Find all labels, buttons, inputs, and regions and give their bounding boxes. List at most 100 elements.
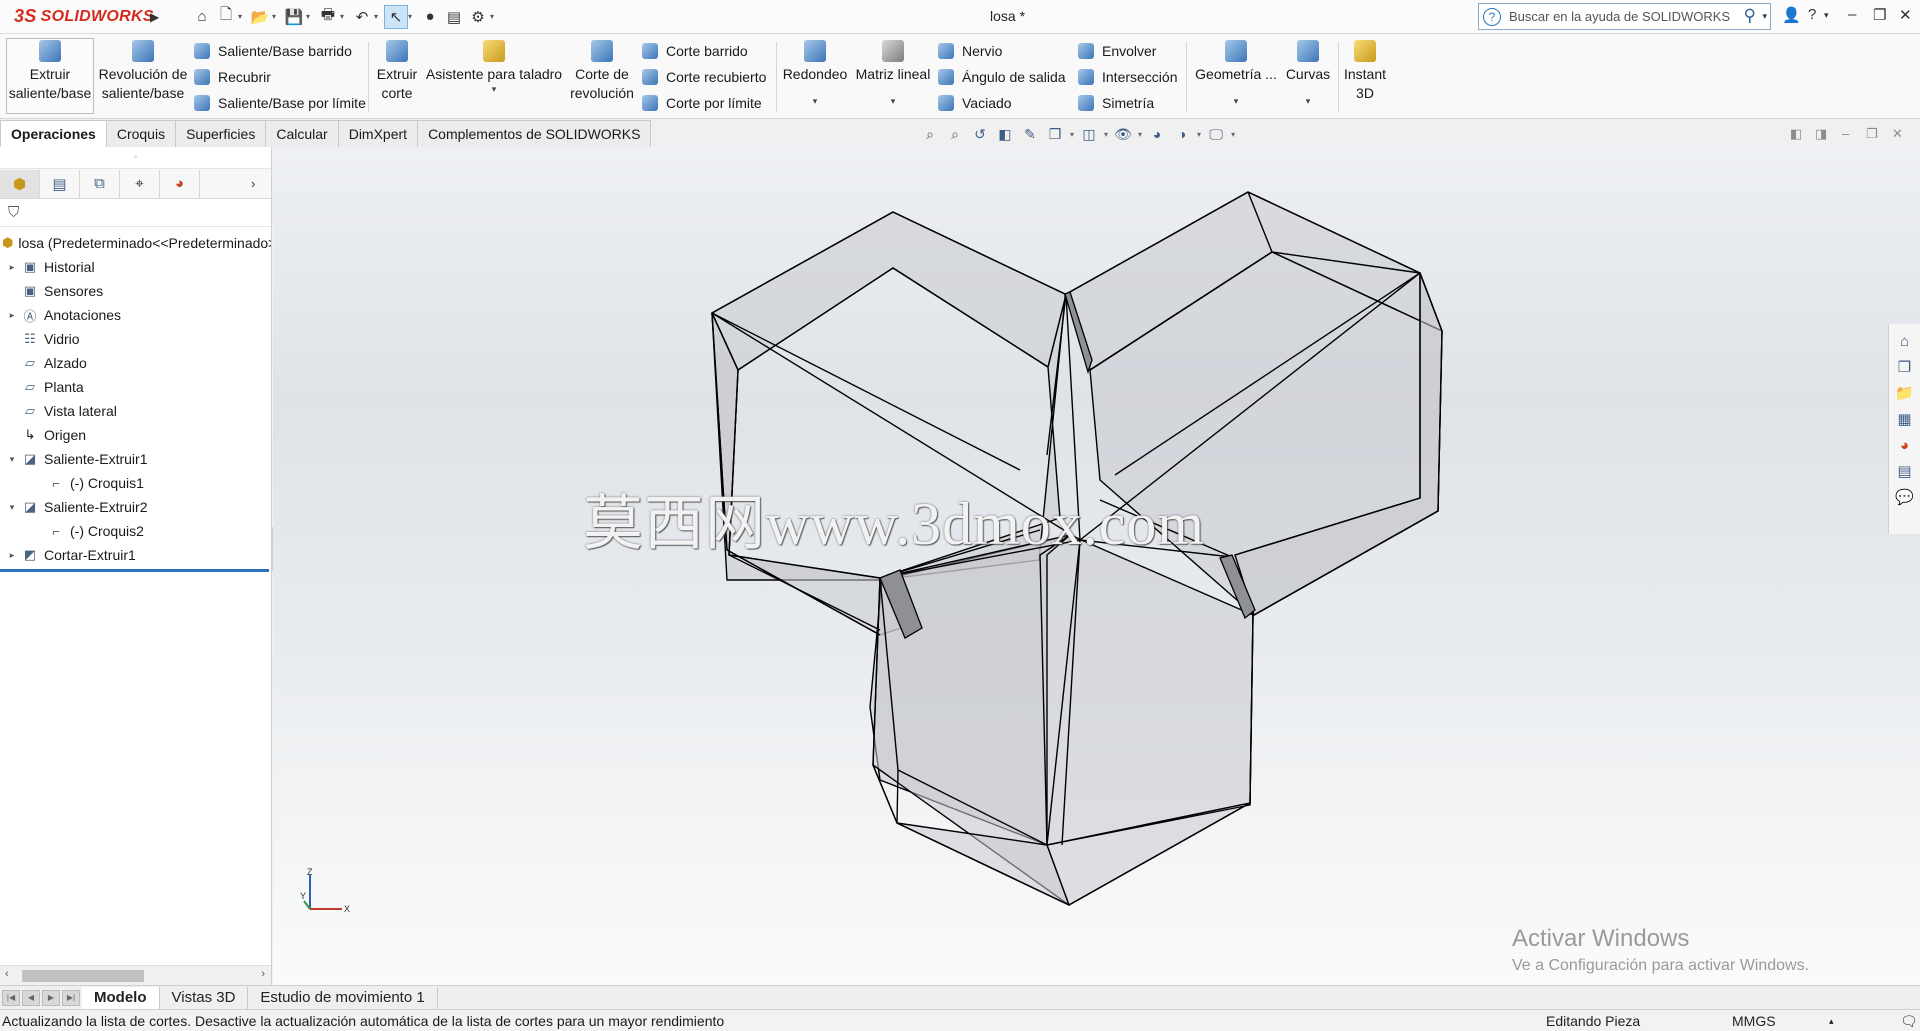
instant3d-button[interactable]: Instant 3D — [1340, 40, 1390, 103]
fillet-button[interactable]: Redondeo ▾ — [782, 40, 848, 106]
linear-pattern-dropdown-icon[interactable]: ▾ — [891, 96, 896, 106]
user-account-icon[interactable]: 👤 — [1782, 6, 1801, 24]
tree-item-saliente-extruir2[interactable]: ▾ ◪ Saliente-Extruir2 — [0, 495, 271, 519]
dynamic-annotation-icon[interactable]: ✎ — [1020, 124, 1040, 144]
home-icon[interactable]: ⌂ — [190, 5, 214, 29]
view-palette-icon[interactable]: ▦ — [1893, 406, 1917, 432]
custom-properties-icon[interactable]: ▤ — [1893, 458, 1917, 484]
tree-item-planta[interactable]: ▱ Planta — [0, 375, 271, 399]
scroll-right-icon[interactable]: › — [261, 968, 265, 980]
tree-item-cortar-extruir1[interactable]: ▸ ◩ Cortar-Extruir1 — [0, 543, 271, 567]
graphics-area[interactable]: 莫西网www.3dmox.com Z Y X Activar Windows V… — [273, 147, 1920, 985]
select-cursor-icon[interactable]: ↖ — [384, 4, 408, 29]
tree-item-vista-lateral[interactable]: ▱ Vista lateral — [0, 399, 271, 423]
view-orientation-icon[interactable]: ❒ — [1045, 124, 1065, 144]
view-settings-monitor-icon[interactable]: 🖵 — [1206, 124, 1226, 144]
tab-croquis[interactable]: Croquis — [105, 120, 177, 147]
property-manager-tab-icon[interactable]: ▤ — [40, 169, 80, 198]
expand-arrow-icon[interactable]: ▸ — [6, 550, 18, 561]
swept-cut-button[interactable]: Corte barrido — [642, 40, 748, 62]
draft-button[interactable]: Ángulo de salida — [938, 66, 1066, 88]
extrude-cut-button[interactable]: Extruir corte — [374, 40, 420, 103]
file-properties-icon[interactable]: ▤ — [442, 5, 466, 29]
filter-icon[interactable]: ⛉ — [0, 199, 271, 227]
new-dropdown-icon[interactable]: ▾ — [238, 12, 248, 21]
minimize-window-icon[interactable]: – — [1848, 6, 1856, 23]
expand-arrow-icon[interactable]: ▸ — [6, 262, 18, 273]
first-tab-icon[interactable]: |◀ — [2, 989, 20, 1006]
tree-item-vidrio[interactable]: ☷ Vidrio — [0, 327, 271, 351]
apply-scene-icon[interactable]: ◑ — [1172, 124, 1192, 144]
tree-item-saliente-extruir1[interactable]: ▾ ◪ Saliente-Extruir1 — [0, 447, 271, 471]
hole-wizard-button[interactable]: Asistente para taladro ▾ — [424, 40, 564, 94]
forum-chat-icon[interactable]: 💬 — [1893, 484, 1917, 510]
boundary-cut-button[interactable]: Corte por límite — [642, 92, 762, 114]
expand-arrow-icon[interactable]: ▸ — [6, 310, 18, 321]
solidworks-resources-home-icon[interactable]: ⌂ — [1893, 328, 1917, 354]
tab-dimxpert[interactable]: DimXpert — [337, 120, 419, 147]
reference-geometry-dropdown-icon[interactable]: ▾ — [1234, 96, 1239, 106]
tree-item-alzado[interactable]: ▱ Alzado — [0, 351, 271, 375]
feature-manager-tab-icon[interactable]: ⬢ — [0, 169, 40, 198]
tree-root-part[interactable]: ⬢ losa (Predeterminado<<Predeterminado> — [0, 231, 271, 255]
status-chat-icon[interactable]: 🗨 — [1900, 1013, 1918, 1030]
wrap-button[interactable]: Envolver — [1078, 40, 1156, 62]
fillet-dropdown-icon[interactable]: ▾ — [813, 96, 818, 106]
undo-icon[interactable]: ↶ — [350, 5, 374, 29]
viewport-restore-icon[interactable]: ❐ — [1866, 126, 1878, 142]
view-settings-dropdown-icon[interactable]: ▾ — [1231, 130, 1235, 139]
undo-dropdown-icon[interactable]: ▾ — [374, 12, 384, 21]
hide-show-dropdown-icon[interactable]: ▾ — [1138, 130, 1142, 139]
save-dropdown-icon[interactable]: ▾ — [306, 12, 316, 21]
menu-expand-arrow-icon[interactable]: ▶ — [150, 10, 164, 24]
horizontal-scrollbar[interactable]: ‹ › — [0, 965, 271, 985]
appearances-scenes-icon[interactable]: ◕ — [1893, 432, 1917, 458]
dimxpert-manager-tab-icon[interactable]: ⌖ — [120, 169, 160, 198]
collapse-arrow-icon[interactable]: ▾ — [6, 454, 18, 465]
zoom-to-area-icon[interactable]: ⌕ — [945, 124, 965, 144]
previous-view-icon[interactable]: ↺ — [970, 124, 990, 144]
tab-operaciones[interactable]: Operaciones — [0, 120, 107, 147]
revolve-boss-button[interactable]: Revolución de saliente/base — [98, 40, 188, 103]
scrollbar-thumb[interactable] — [22, 970, 144, 982]
select-dropdown-icon[interactable]: ▾ — [408, 12, 418, 21]
hole-wizard-dropdown-icon[interactable]: ▾ — [492, 84, 497, 94]
viewport-split-icon[interactable]: ◨ — [1815, 126, 1827, 142]
print-icon[interactable]: 🖶 — [316, 5, 340, 29]
design-library-icon[interactable]: ❒ — [1893, 354, 1917, 380]
last-tab-icon[interactable]: ▶| — [62, 989, 80, 1006]
tree-item-anotaciones[interactable]: ▸ Ⓐ Anotaciones — [0, 303, 271, 327]
shell-button[interactable]: Vaciado — [938, 92, 1012, 114]
rollback-bar[interactable] — [0, 569, 269, 572]
solidworks-logo[interactable]: 3S SOLIDWORKS — [0, 0, 154, 34]
tab-complementos[interactable]: Complementos de SOLIDWORKS — [417, 120, 652, 147]
linear-pattern-button[interactable]: Matriz lineal ▾ — [852, 40, 934, 106]
open-folder-icon[interactable]: 📂 — [248, 5, 272, 29]
tab-estudio-movimiento[interactable]: Estudio de movimiento 1 — [248, 986, 438, 1009]
tab-calcular[interactable]: Calcular — [265, 120, 339, 147]
help-menu-icon[interactable]: ? — [1808, 6, 1816, 23]
3d-model-triple-block[interactable] — [273, 147, 1920, 985]
status-units[interactable]: MMGS — [1732, 1013, 1776, 1029]
configuration-manager-tab-icon[interactable]: ⧉ — [80, 169, 120, 198]
rib-button[interactable]: Nervio — [938, 40, 1002, 62]
tab-modelo[interactable]: Modelo — [82, 986, 160, 1009]
restore-window-icon[interactable]: ❐ — [1873, 6, 1886, 24]
viewport-close-icon[interactable]: ✕ — [1892, 126, 1903, 142]
intersect-button[interactable]: Intersección — [1078, 66, 1177, 88]
apply-scene-dropdown-icon[interactable]: ▾ — [1197, 130, 1201, 139]
reference-geometry-button[interactable]: Geometría ... ▾ — [1192, 40, 1280, 106]
panel-collapse-handle[interactable]: ◦ — [0, 147, 271, 169]
tree-item-historial[interactable]: ▸ ▣ Historial — [0, 255, 271, 279]
hide-show-items-icon[interactable]: 👁 — [1113, 124, 1133, 144]
save-icon[interactable]: 💾 — [282, 5, 306, 29]
tree-item-sensores[interactable]: ▣ Sensores — [0, 279, 271, 303]
collapse-arrow-icon[interactable]: ▾ — [6, 502, 18, 513]
prev-tab-icon[interactable]: ◀ — [22, 989, 40, 1006]
curves-dropdown-icon[interactable]: ▾ — [1306, 96, 1311, 106]
search-icon[interactable]: ⚲ — [1744, 6, 1756, 26]
tab-vistas-3d[interactable]: Vistas 3D — [160, 986, 249, 1009]
rebuild-traffic-light-icon[interactable]: ● — [418, 5, 442, 29]
open-dropdown-icon[interactable]: ▾ — [272, 12, 282, 21]
print-dropdown-icon[interactable]: ▾ — [340, 12, 350, 21]
